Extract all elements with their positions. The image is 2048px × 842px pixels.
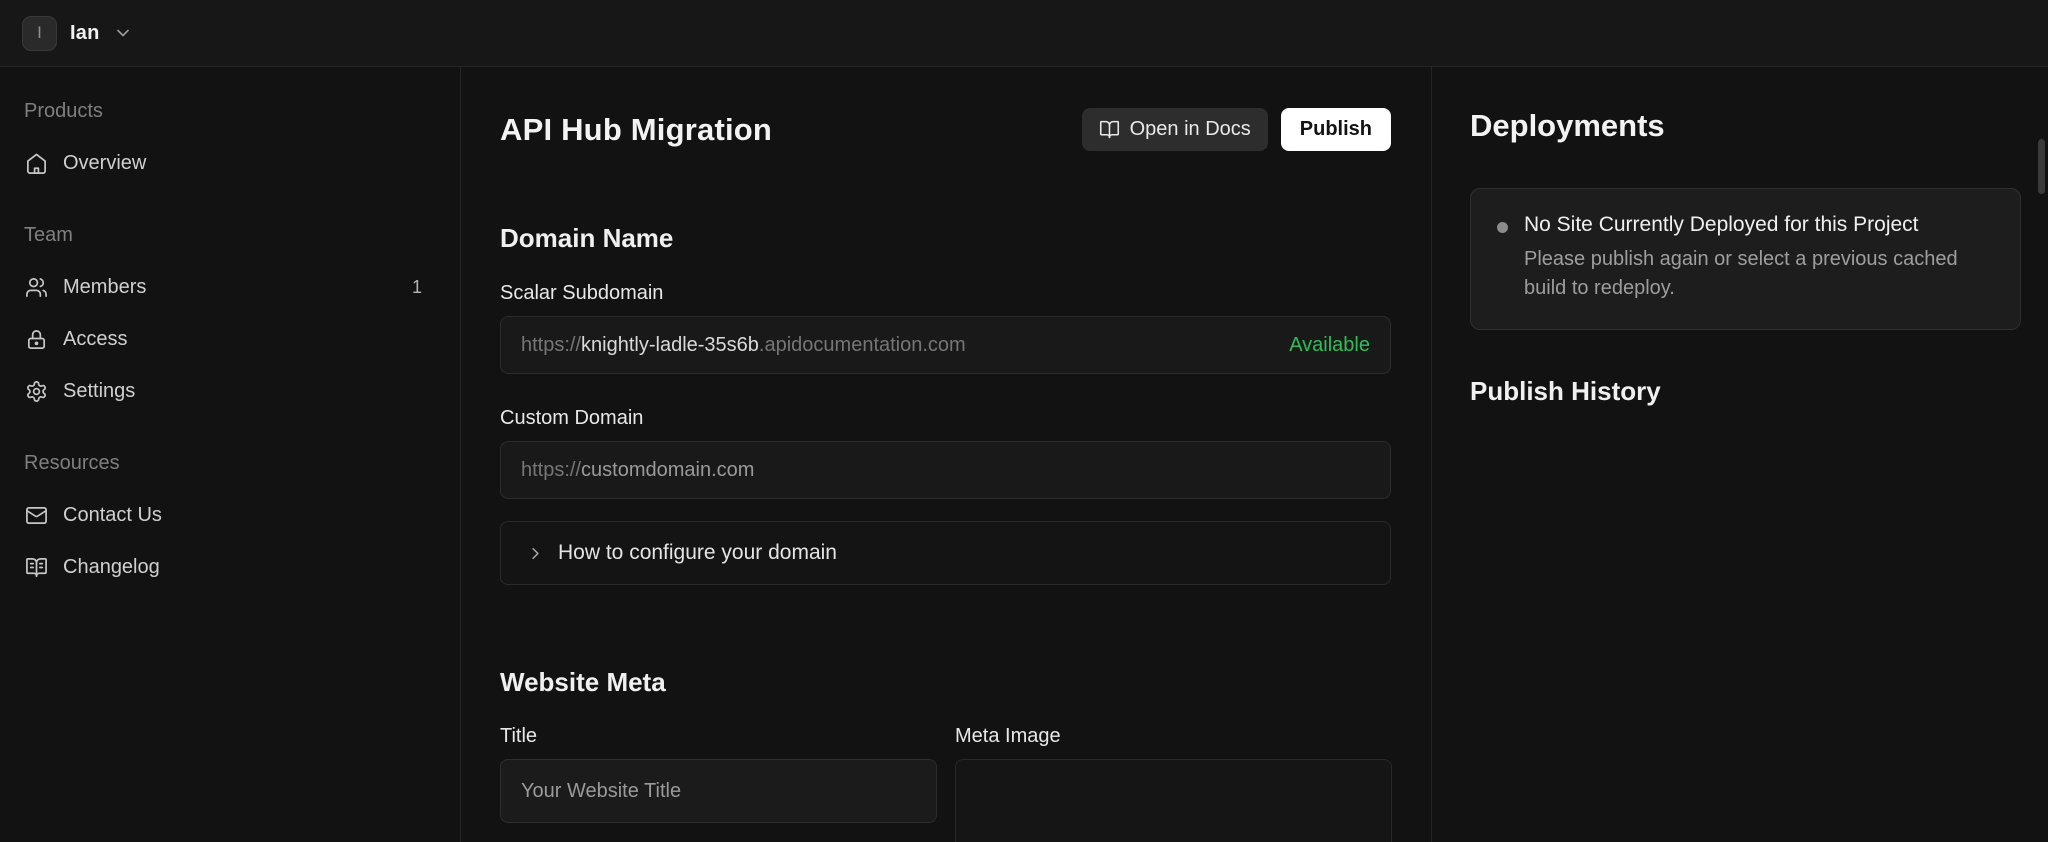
sidebar: Products Overview Team Members 1 Access … xyxy=(0,67,461,842)
sidebar-item-access[interactable]: Access xyxy=(24,313,422,365)
subdomain-protocol: https:// xyxy=(521,333,582,356)
sidebar-section-resources: Resources Contact Us Changelog xyxy=(24,437,422,593)
workspace-avatar-initial: I xyxy=(37,23,42,42)
meta-image-dropzone[interactable] xyxy=(955,759,1392,842)
open-in-docs-button[interactable]: Open in Docs xyxy=(1081,108,1268,151)
deployments-heading: Deployments xyxy=(1470,108,1665,143)
sidebar-item-label: Overview xyxy=(63,151,147,174)
gear-icon xyxy=(24,380,48,403)
open-in-docs-label: Open in Docs xyxy=(1129,118,1251,140)
workspace-name: Ian xyxy=(70,21,100,44)
domain-name-heading: Domain Name xyxy=(500,223,674,253)
page-title: API Hub Migration xyxy=(500,111,773,147)
sidebar-item-label: Access xyxy=(63,327,128,350)
sidebar-item-label: Changelog xyxy=(63,555,160,578)
book-open-icon xyxy=(1099,119,1120,140)
website-meta-fields: Title Meta Image xyxy=(500,725,1392,842)
book-icon xyxy=(24,556,48,579)
deployment-status-card: No Site Currently Deployed for this Proj… xyxy=(1470,188,2021,330)
main-header: API Hub Migration Open in Docs Publish xyxy=(500,108,1391,151)
deployment-empty-title: No Site Currently Deployed for this Proj… xyxy=(1524,213,1919,236)
users-icon xyxy=(24,276,48,299)
workspace-switcher[interactable]: I Ian xyxy=(22,15,133,51)
sidebar-item-label: Members xyxy=(63,275,147,298)
workspace-avatar: I xyxy=(22,15,57,51)
custom-domain-input[interactable]: https://customdomain.com xyxy=(500,441,1391,499)
deployment-empty-description: Please publish again or select a previou… xyxy=(1524,248,1958,299)
chevron-right-icon xyxy=(526,544,545,563)
chevron-down-icon xyxy=(113,23,133,43)
sidebar-item-label: Contact Us xyxy=(63,503,162,526)
publish-label: Publish xyxy=(1299,118,1372,140)
app-root: I Ian Products Overview Team Members 1 A… xyxy=(0,0,2048,842)
deployment-status-text: No Site Currently Deployed for this Proj… xyxy=(1524,213,1994,303)
status-dot-icon xyxy=(1497,222,1508,233)
sidebar-item-contact-us[interactable]: Contact Us xyxy=(24,489,422,541)
custom-domain-label: Custom Domain xyxy=(500,407,644,429)
configure-domain-label: How to configure your domain xyxy=(558,541,837,564)
website-title-input[interactable] xyxy=(500,759,937,823)
mail-icon xyxy=(24,504,48,527)
custom-domain-protocol: https:// xyxy=(521,458,582,481)
deployments-panel: Deployments No Site Currently Deployed f… xyxy=(1432,67,2048,842)
sidebar-section-team: Team Members 1 Access Settings xyxy=(24,209,422,417)
subdomain-suffix: .apidocumentation.com xyxy=(758,333,966,356)
scalar-subdomain-label: Scalar Subdomain xyxy=(500,282,664,304)
sidebar-item-members[interactable]: Members 1 xyxy=(24,261,422,313)
configure-domain-disclosure[interactable]: How to configure your domain xyxy=(500,521,1391,585)
sidebar-item-overview[interactable]: Overview xyxy=(24,137,422,189)
sidebar-item-label: Settings xyxy=(63,379,136,402)
topbar: I Ian xyxy=(0,0,2048,67)
website-meta-heading: Website Meta xyxy=(500,667,666,697)
subdomain-value: knightly-ladle-35s6b xyxy=(581,333,759,356)
home-icon xyxy=(24,152,48,175)
subdomain-status-badge: Available xyxy=(1289,333,1370,356)
custom-domain-placeholder: customdomain.com xyxy=(581,458,755,481)
meta-image-label: Meta Image xyxy=(955,725,1061,747)
sidebar-section-label: Team xyxy=(24,223,73,246)
header-actions: Open in Docs Publish xyxy=(1081,108,1391,151)
publish-history-heading: Publish History xyxy=(1470,376,1661,406)
main-content: API Hub Migration Open in Docs Publish D… xyxy=(461,67,1432,842)
sidebar-section-label: Resources xyxy=(24,451,120,474)
sidebar-item-changelog[interactable]: Changelog xyxy=(24,541,422,593)
sidebar-item-settings[interactable]: Settings xyxy=(24,365,422,417)
lock-icon xyxy=(24,328,48,351)
meta-image-field-group: Meta Image xyxy=(955,725,1392,842)
members-count-badge: 1 xyxy=(411,276,422,297)
scrollbar-thumb[interactable] xyxy=(2038,139,2045,194)
publish-button[interactable]: Publish xyxy=(1280,108,1391,151)
layout-columns: Products Overview Team Members 1 Access … xyxy=(0,67,2048,842)
title-field-group: Title xyxy=(500,725,937,842)
title-label: Title xyxy=(500,725,538,747)
sidebar-section-label: Products xyxy=(24,99,103,122)
sidebar-section-products: Products Overview xyxy=(24,85,422,189)
scalar-subdomain-input[interactable]: https://knightly-ladle-35s6b .apidocument… xyxy=(500,316,1391,374)
